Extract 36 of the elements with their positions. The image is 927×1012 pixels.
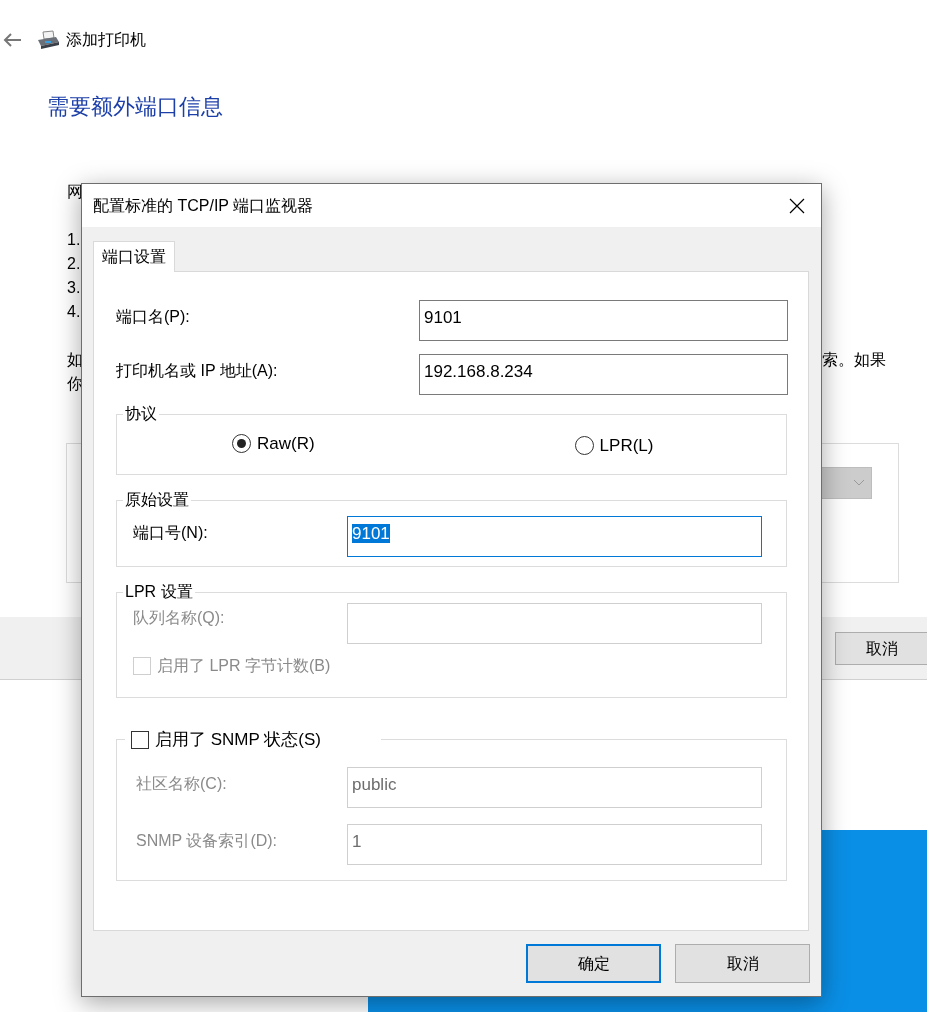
group-title: 协议	[124, 405, 158, 423]
field-label: 端口号(N):	[133, 523, 209, 543]
page-heading: 需要额外端口信息	[47, 93, 223, 121]
input-field[interactable]: 9101	[347, 516, 762, 557]
chevron-down-icon	[853, 479, 865, 487]
wizard-title: 添加打印机	[66, 30, 146, 50]
text-fragment: 2.	[67, 254, 82, 274]
text-fragment: 1.	[67, 230, 82, 250]
field-label: 端口名(P):	[116, 307, 191, 327]
field-label: 队列名称(Q):	[133, 608, 226, 628]
field-label: SNMP 设备索引(D):	[136, 830, 279, 851]
input-field[interactable]: 9101	[419, 300, 788, 341]
input-field[interactable]: 192.168.8.234	[419, 354, 788, 395]
radio-button[interactable]	[232, 434, 251, 454]
dialog-title: 配置标准的 TCP/IP 端口监视器	[93, 195, 314, 216]
tab[interactable]: 端口设置	[93, 241, 175, 272]
text-fragment: 如	[67, 350, 84, 370]
group-title: LPR 设置	[124, 583, 194, 601]
radio-label: LPR(L)	[599, 435, 654, 457]
ok-button[interactable]: 确定	[526, 944, 661, 983]
radio-label: Raw(R)	[257, 433, 315, 455]
field-label: 社区名称(C):	[136, 773, 228, 794]
checkbox-label: 启用了 SNMP 状态(S)	[155, 729, 321, 751]
text-fragment: 网	[67, 182, 84, 202]
text-fragment: 索。如果	[822, 350, 886, 370]
cancel-button[interactable]: 取消	[675, 944, 810, 983]
field-label: 打印机名或 IP 地址(A):	[116, 361, 279, 381]
text-fragment: 3.	[67, 278, 82, 298]
back-button[interactable]	[2, 32, 22, 48]
group-title: 原始设置	[124, 491, 190, 509]
input-field[interactable]	[347, 603, 762, 644]
text-fragment: 4.	[67, 302, 82, 322]
radio-button[interactable]	[574, 436, 594, 456]
printer-icon	[36, 30, 60, 50]
checkbox-label: 启用了 LPR 字节计数(B)	[157, 656, 331, 676]
cancel-button[interactable]: 取消	[835, 632, 927, 665]
